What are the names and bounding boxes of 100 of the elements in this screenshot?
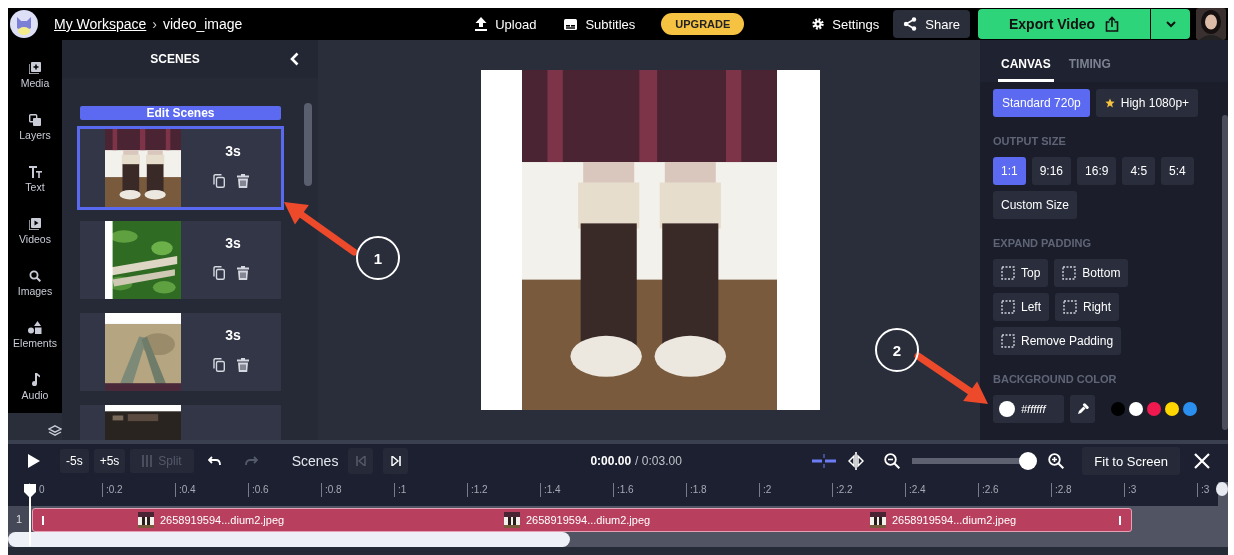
sidebar-item[interactable]: Elements [8,309,62,361]
trash-icon[interactable] [237,358,249,372]
playhead[interactable] [24,484,36,546]
scene-card[interactable]: 3s [77,218,284,302]
size-option[interactable]: 5:4 [1161,157,1194,185]
scenes-label: Scenes [291,453,339,470]
more-icon [48,424,62,437]
skip-forward-icon [390,456,401,467]
upload-button[interactable]: Upload [465,10,547,38]
edit-scenes-button[interactable]: Edit Scenes [80,106,281,120]
trim-handle[interactable] [1119,516,1121,525]
current-time: 0:00.00 [590,454,632,469]
chevron-left-icon [289,52,299,66]
copy-icon[interactable] [213,266,225,280]
ruler-label: :1.6 [613,482,686,497]
scene-duration: 3s [224,143,241,159]
media-clip[interactable]: 2658919594...dium2.jpeg 2658919594...dium2.jpeg 2658919594...dium2.jpeg [32,508,1132,532]
sidebar-item[interactable]: Text [8,153,62,205]
size-option[interactable]: 4:5 [1122,157,1156,185]
search-icon [29,269,41,282]
scene-card[interactable]: 3s [77,126,284,210]
breadcrumb-link[interactable]: My Workspace [54,16,147,32]
color-swatch[interactable] [1111,402,1125,416]
dashed-square-icon [1001,266,1015,280]
tab[interactable]: TIMING [1065,48,1114,82]
color-value-button[interactable]: #ffffff [993,395,1064,423]
section-label: OUTPUT SIZE [993,134,1067,149]
sidebar-item[interactable]: Audio [8,361,62,413]
zoom-out-icon [884,453,901,470]
copy-icon[interactable] [213,358,225,372]
share-button[interactable]: Share [893,10,970,38]
section-label: BACKGROUND COLOR [993,372,1118,387]
trash-icon[interactable] [237,266,249,280]
scroll-knob[interactable] [1216,482,1228,496]
padding-option[interactable]: Right [1055,293,1120,321]
dashed-square-icon [1001,300,1015,314]
ruler-label: :0.8 [321,482,394,497]
ruler-label: :0.2 [102,482,175,497]
section-label: EXPAND PADDING [993,236,1092,251]
slider-thumb[interactable] [1018,452,1037,471]
sidebar-item[interactable]: Images [8,257,62,309]
ruler-label: :2.4 [905,482,978,497]
ruler-label: :1.8 [686,482,759,497]
trash-icon[interactable] [237,174,249,188]
skip-button[interactable]: -5s [60,449,89,474]
chevron-down-icon [1165,20,1176,28]
padding-option[interactable]: Bottom [1054,259,1129,287]
color-swatch[interactable] [1147,402,1161,416]
custom-size-button[interactable]: Custom Size [993,191,1078,219]
panel-title: SCENES [149,52,201,66]
track-number: 1 [8,506,30,532]
scene-duration: 3s [224,327,241,343]
share-icon [903,17,918,31]
color-swatch[interactable] [1129,402,1143,416]
export-button[interactable]: Export Video [978,9,1150,39]
ruler-label: :1 [394,482,467,497]
layers-icon [29,113,41,126]
scene-card[interactable] [77,402,284,440]
logo-icon[interactable] [10,10,38,38]
settings-button[interactable]: Settings [802,10,890,38]
color-swatch[interactable] [1165,402,1179,416]
size-option[interactable]: 9:16 [1031,157,1072,185]
padding-option[interactable]: Top [993,259,1049,287]
subtitles-button[interactable]: Subtitles [554,10,646,38]
quality-option[interactable]: Standard 720p [993,89,1090,117]
clip-name: 2658919594...dium2.jpeg [160,514,285,526]
upload-icon [475,17,488,31]
eyedropper-button[interactable] [1070,395,1095,423]
size-option[interactable]: 16:9 [1077,157,1117,185]
flip-icon [848,452,865,471]
shapes-icon [28,321,42,334]
dashed-square-icon [1001,334,1015,348]
sidebar-item[interactable]: Videos [8,205,62,257]
dropdown-button[interactable] [1151,9,1190,39]
clip-name: 2658919594...dium2.jpeg [892,514,1017,526]
ruler-label: :1.4 [540,482,613,497]
next-scene-button[interactable] [383,448,409,475]
sidebar-item[interactable]: Media [8,49,62,101]
padding-option[interactable]: Remove Padding [993,327,1122,355]
scene-card[interactable]: 3s [77,310,284,394]
copy-icon[interactable] [213,174,225,188]
padding-option[interactable]: Left [993,293,1049,321]
dashed-square-icon [1063,300,1077,314]
step-callout: 1 [356,236,400,280]
skip-button[interactable]: +5s [93,449,126,474]
color-swatch[interactable] [1183,402,1197,416]
quality-option[interactable]: High 1080p+ [1095,89,1199,117]
export-icon [1105,16,1120,32]
close-icon [1194,453,1210,470]
sidebar-item[interactable]: Layers [8,101,62,153]
clip-name: 2658919594...dium2.jpeg [526,514,651,526]
size-option[interactable]: 1:1 [993,157,1026,185]
upgrade-button[interactable]: UPGRADE [661,13,745,35]
fit-to-screen-button[interactable]: Fit to Screen [1082,447,1180,476]
total-time: / 0:03.00 [635,454,682,469]
ruler-label: :3 [1197,482,1211,497]
trim-handle[interactable] [42,516,44,525]
scrollbar[interactable] [8,532,570,547]
eyedropper-icon [1076,403,1089,415]
breadcrumb-separator: › [152,16,157,32]
